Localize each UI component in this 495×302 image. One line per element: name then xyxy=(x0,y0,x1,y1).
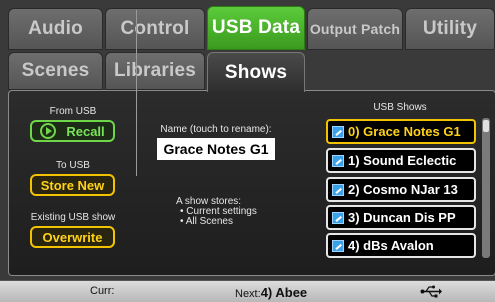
name-label: Name (touch to rename): xyxy=(160,124,272,135)
usb-icon xyxy=(420,285,442,298)
tab-control[interactable]: Control xyxy=(105,8,205,50)
column-divider xyxy=(136,10,137,176)
play-icon xyxy=(40,123,57,139)
usb-show-item[interactable]: 1) Sound Eclectic xyxy=(326,148,476,173)
status-bar: Curr: Next:4) Abee xyxy=(0,280,495,302)
show-name-field[interactable]: Grace Notes G1 xyxy=(157,138,275,160)
usb-file-icon xyxy=(332,183,344,196)
usb-show-label: 3) Duncan Dis PP xyxy=(348,210,456,225)
show-stores-item: • All Scenes xyxy=(180,216,233,227)
usb-show-item[interactable]: 3) Duncan Dis PP xyxy=(326,205,476,230)
tab-utility[interactable]: Utility xyxy=(405,8,495,50)
usb-shows-title: USB Shows xyxy=(373,102,427,113)
usb-shows-scroll-thumb[interactable] xyxy=(483,120,489,132)
next-scene-label: Next: xyxy=(235,288,261,300)
store-new-button[interactable]: Store New xyxy=(30,174,115,196)
tab-audio[interactable]: Audio xyxy=(8,8,103,50)
usb-file-icon xyxy=(332,154,344,167)
from-usb-label: From USB xyxy=(49,106,97,117)
overwrite-button[interactable]: Overwrite xyxy=(30,226,115,248)
usb-file-icon xyxy=(332,239,344,252)
recall-button[interactable]: Recall xyxy=(30,120,115,142)
usb-show-label: 0) Grace Notes G1 xyxy=(348,124,461,139)
next-scene: Next:4) Abee xyxy=(235,285,307,300)
tab-shows[interactable]: Shows xyxy=(207,52,305,92)
store-new-button-label: Store New xyxy=(40,177,105,193)
recall-button-label: Recall xyxy=(66,123,105,139)
to-usb-label: To USB xyxy=(56,160,90,171)
next-scene-value: 4) Abee xyxy=(260,285,308,300)
show-stores-item-text: All Scenes xyxy=(185,216,233,227)
usb-shows-scrollbar[interactable] xyxy=(482,118,490,258)
usb-show-item[interactable]: 0) Grace Notes G1 xyxy=(326,119,476,144)
tab-output-patch[interactable]: Output Patch xyxy=(307,8,403,50)
tab-scenes[interactable]: Scenes xyxy=(8,52,103,90)
existing-usb-show-label: Existing USB show xyxy=(30,212,116,223)
usb-show-item[interactable]: 4) dBs Avalon xyxy=(326,233,476,258)
usb-show-label: 4) dBs Avalon xyxy=(348,238,434,253)
usb-show-label: 1) Sound Eclectic xyxy=(348,153,457,168)
usb-file-icon xyxy=(332,211,344,224)
overwrite-button-label: Overwrite xyxy=(42,229,103,245)
tab-usb-data[interactable]: USB Data xyxy=(207,6,305,50)
usb-file-icon xyxy=(332,125,344,138)
usb-show-item[interactable]: 2) Cosmo NJar 13 xyxy=(326,177,476,202)
tab-libraries[interactable]: Libraries xyxy=(105,52,205,90)
current-scene-label: Curr: xyxy=(90,285,115,297)
usb-show-label: 2) Cosmo NJar 13 xyxy=(348,182,458,197)
